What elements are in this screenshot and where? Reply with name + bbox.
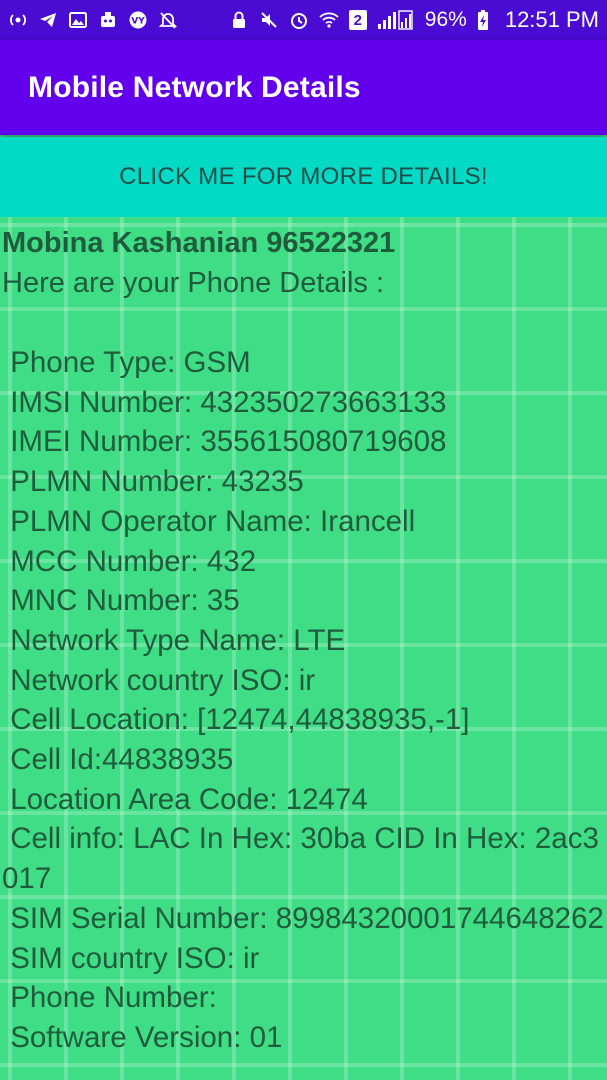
detail-item: MNC Number: 35 <box>2 584 240 618</box>
svg-text:VY: VY <box>131 17 145 27</box>
sim-label: 2 <box>353 11 362 29</box>
detail-item: Cell Id:44838935 <box>2 743 234 777</box>
owner-name: Mobina Kashanian 96522321 <box>2 227 396 259</box>
robot-icon <box>98 10 118 30</box>
detail-item: Location Area Code: 12474 <box>2 782 368 816</box>
mute-icon <box>259 10 279 30</box>
clock-time: 12:51 PM <box>504 7 599 32</box>
battery-icon <box>477 10 489 30</box>
wifi-icon <box>319 10 339 30</box>
lock-icon <box>229 10 249 30</box>
status-right-icons: 2 96% 12:51 PM <box>229 7 599 33</box>
notifications-off-icon <box>158 10 178 30</box>
phone-details-list: Phone Type: GSM IMSI Number: 43235027366… <box>0 343 607 1058</box>
hotspot-icon <box>8 10 28 30</box>
status-bar: VY 2 96% 12:51 PM <box>0 0 607 40</box>
detail-item: MCC Number: 432 <box>2 544 257 578</box>
detail-item: Phone Number: <box>2 981 217 1015</box>
detail-item: Software Version: 01 <box>2 1020 283 1054</box>
detail-item: Network Type Name: LTE <box>2 623 346 657</box>
detail-item: IMEI Number: 355615080719608 <box>2 425 447 459</box>
detail-item: Network country ISO: ir <box>2 663 316 697</box>
detail-item: SIM Serial Number: 8998432000174464826​2 <box>2 901 604 935</box>
status-left-icons: VY <box>8 10 178 30</box>
vpn-icon: VY <box>128 10 148 30</box>
more-details-button[interactable]: CLICK ME FOR MORE DETAILS! <box>0 137 607 217</box>
page-title: Mobile Network Details <box>28 70 361 104</box>
detail-item: Phone Type: GSM <box>2 346 251 379</box>
intro-text: Here are your Phone Details : <box>2 267 385 299</box>
battery-percentage: 96% <box>424 8 467 31</box>
detail-item: Cell info: LAC In Hex: 30ba CID In Hex: … <box>2 822 599 896</box>
detail-item: PLMN Number: 43235 <box>2 465 304 499</box>
detail-item: SIM country ISO: ir <box>2 941 260 975</box>
detail-item: IMSI Number: 432350273663133 <box>2 385 447 419</box>
telegram-icon <box>38 10 58 30</box>
signal-icon <box>377 10 413 30</box>
detail-item: Cell Location: [12474,44838935,-1] <box>2 703 470 737</box>
alarm-icon <box>289 10 309 30</box>
sim2-icon: 2 <box>348 10 367 30</box>
details-panel: Mobina Kashanian 96522321 Here are your … <box>0 217 607 1080</box>
detail-item: PLMN Operator Name: Irancell <box>2 504 416 538</box>
app-bar: Mobile Network Details <box>0 40 607 135</box>
gallery-icon <box>68 10 88 30</box>
